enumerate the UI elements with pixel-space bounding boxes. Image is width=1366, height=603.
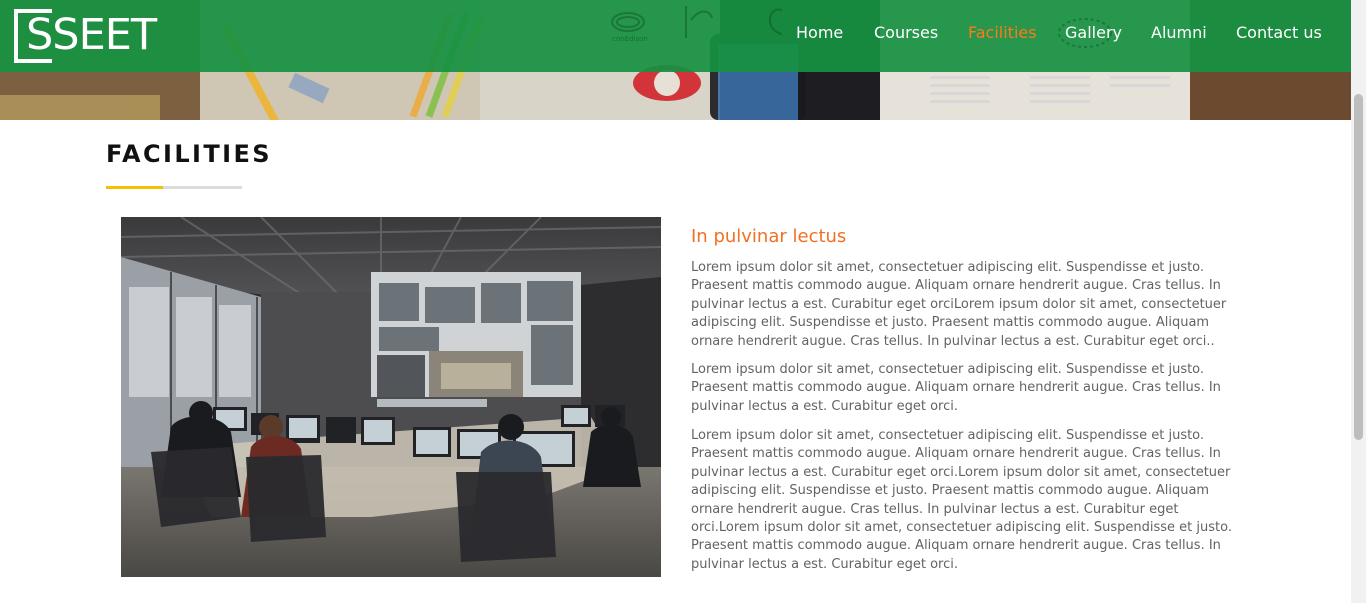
scrollbar-thumb[interactable] (1354, 94, 1363, 440)
nav-alumni[interactable]: Alumni (1151, 23, 1207, 43)
nav-facilities[interactable]: Facilities (968, 23, 1037, 43)
facility-paragraph-1: Lorem ipsum dolor sit amet, consectetuer… (691, 260, 1227, 349)
nav-gallery[interactable]: Gallery (1065, 23, 1122, 43)
nav-contact-us[interactable]: Contact us (1236, 23, 1322, 43)
facility-heading: In pulvinar lectus (691, 226, 847, 247)
control-room-illustration (121, 217, 661, 577)
page-title: FACILITIES (106, 140, 272, 168)
facility-paragraph-2: Lorem ipsum dolor sit amet, consectetuer… (691, 362, 1221, 414)
navbar-watermark-logos: conEdison (611, 6, 1112, 48)
facility-paragraph-3: Lorem ipsum dolor sit amet, consectetuer… (691, 428, 1232, 572)
nav-home[interactable]: Home (796, 23, 843, 43)
page-scrollbar[interactable] (1351, 0, 1366, 603)
main-navbar: conEdison SSEET Home Courses Facilities … (0, 0, 1351, 72)
hero-banner-image: conEdison SSEET Home Courses Facilities … (0, 0, 1351, 120)
title-underline (106, 186, 242, 189)
logo-text: SSEET (26, 10, 157, 60)
control-room-photo (121, 217, 661, 577)
facility-description: In pulvinar lectus Lorem ipsum dolor sit… (691, 225, 1236, 572)
site-logo[interactable]: SSEET (14, 9, 166, 63)
nav-courses[interactable]: Courses (874, 23, 938, 43)
conedison-watermark-text: conEdison (612, 35, 648, 43)
title-underline-accent (106, 186, 163, 189)
